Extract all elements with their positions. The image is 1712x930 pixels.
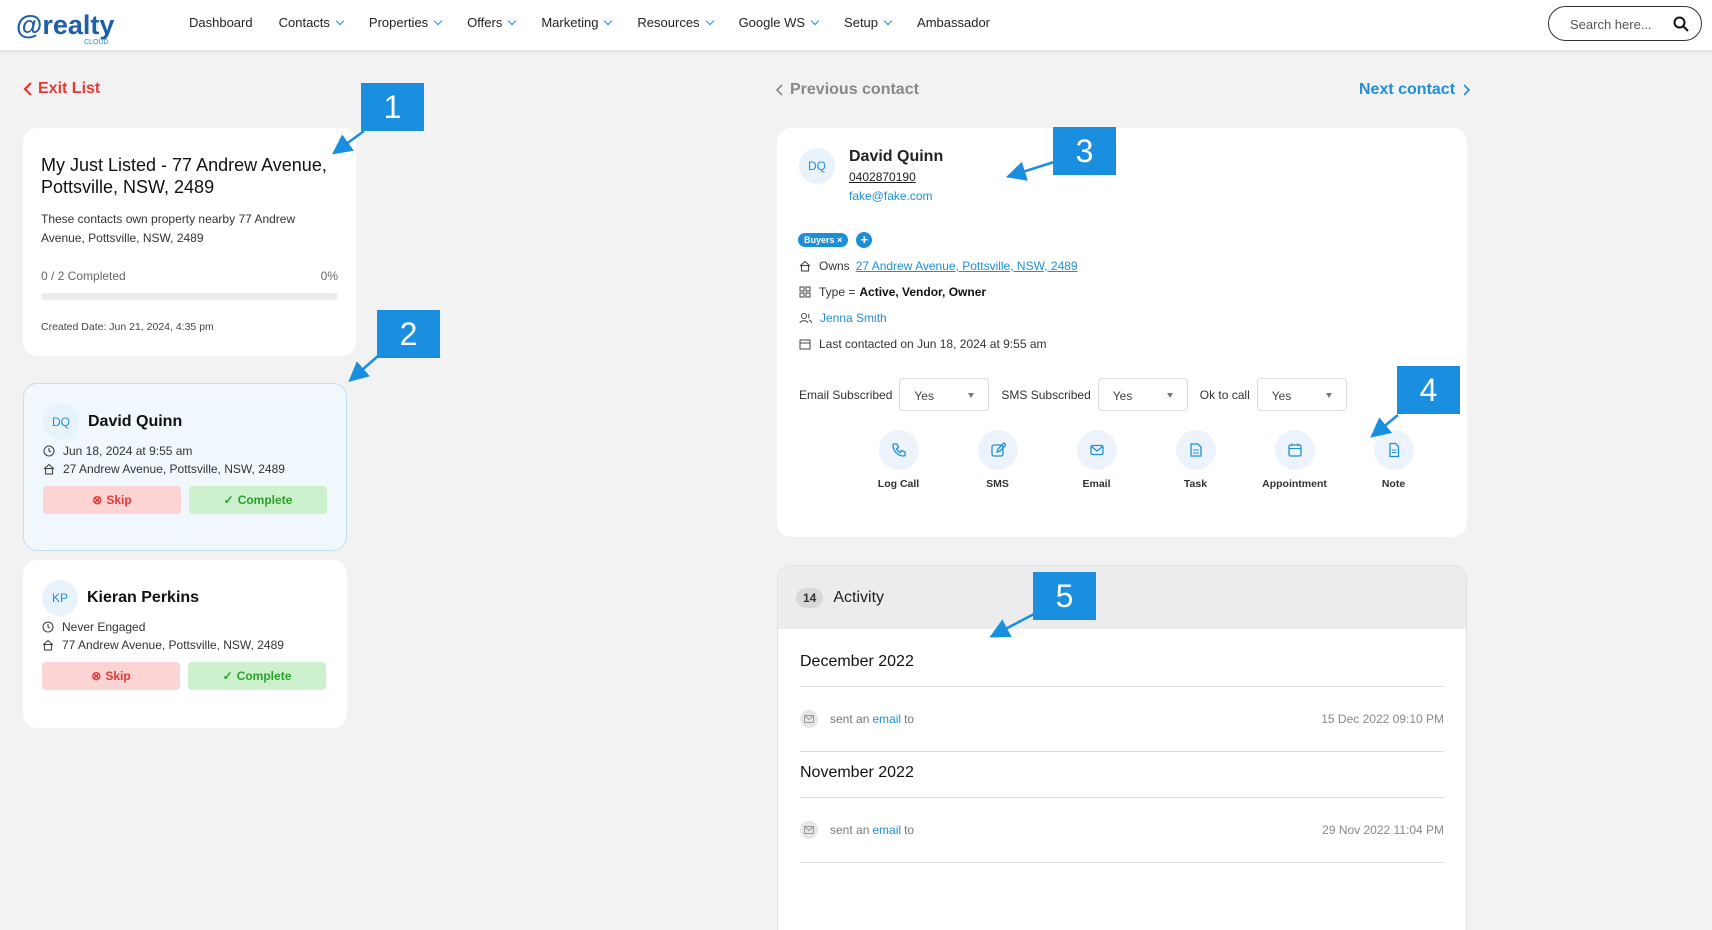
callout-3: 3 [1053, 127, 1116, 175]
callout-2: 2 [377, 310, 440, 358]
annotation-arrows [331, 129, 1399, 638]
callout-1: 1 [361, 83, 424, 131]
callout-4: 4 [1397, 366, 1460, 414]
callout-5: 5 [1033, 572, 1096, 620]
